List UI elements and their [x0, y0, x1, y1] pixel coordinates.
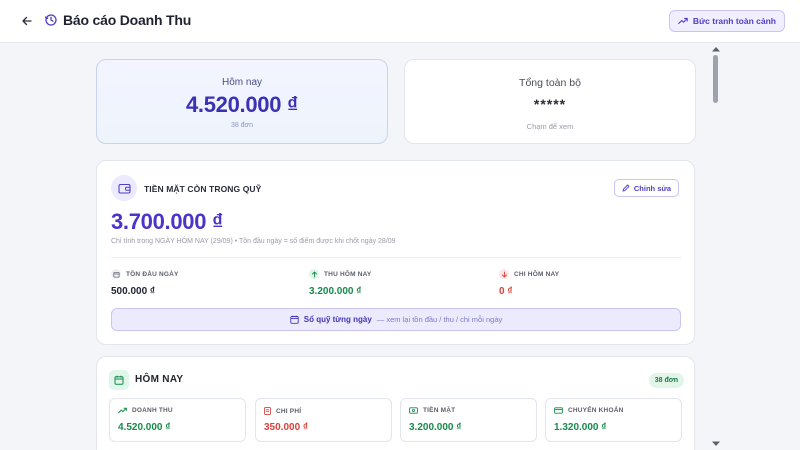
stat-transfer[interactable]: CHUYỂN KHOẢN 1.320.000 ₫ [545, 398, 682, 442]
total-hint: Chạm để xem [526, 122, 574, 131]
stat-cash[interactable]: TIỀN MẶT 3.200.000 ₫ [400, 398, 537, 442]
calendar-icon-wrap [109, 370, 129, 390]
today-label: Hôm nay [221, 77, 262, 88]
back-button[interactable] [18, 12, 36, 30]
stat-revenue[interactable]: DOANH THU 4.520.000 ₫ [109, 398, 246, 442]
metric-expense-today: CHI HÔM NAY 0 ₫ [499, 269, 559, 297]
overview-button-label: Bức tranh toàn cảnh [692, 16, 776, 26]
metric-income-today: THU HÔM NAY 3.200.000 ₫ [309, 269, 371, 297]
arrow-left-icon [22, 16, 32, 26]
total-label: Tổng toàn bộ [519, 77, 581, 89]
wallet-icon [117, 183, 131, 194]
arrow-down-icon [499, 269, 509, 279]
today-revenue-card[interactable]: Hôm nay 4.520.000 ₫ 38 đơn [96, 59, 388, 144]
today-value: 4.520.000 ₫ [186, 92, 298, 117]
trending-up-icon [678, 17, 688, 25]
total-value-hidden: ***** [533, 96, 567, 112]
calendar-icon [290, 315, 299, 324]
metric-value: 500.000 ₫ [111, 286, 156, 297]
stat-label: DOANH THU [132, 407, 173, 414]
metric-label: TỒN ĐẦU NGÀY [126, 270, 179, 278]
metric-value: 0 ₫ [499, 286, 513, 297]
overview-button[interactable]: Bức tranh toàn cảnh [668, 10, 785, 32]
pencil-icon [622, 184, 630, 192]
total-revenue-card[interactable]: Tổng toàn bộ ***** Chạm để xem [404, 59, 696, 144]
card-icon [554, 407, 563, 414]
wallet-icon-wrap [111, 175, 137, 201]
daily-ledger-button[interactable]: Sổ quỹ từng ngày — xem lại tồn đầu / thu… [111, 308, 681, 331]
stat-value: 3.200.000 ₫ [409, 422, 462, 433]
trending-up-icon [118, 407, 127, 414]
edit-button[interactable]: Chỉnh sửa [613, 179, 679, 197]
metric-opening-balance: TỒN ĐẦU NGÀY 500.000 ₫ [111, 269, 179, 297]
metric-label: CHI HÔM NAY [514, 270, 560, 278]
stat-expense[interactable]: CHI PHÍ 350.000 ₫ [255, 398, 392, 442]
cash-fund-title: TIỀN MẶT CÒN TRONG QUỸ [144, 184, 262, 194]
receipt-icon [264, 407, 271, 415]
edit-button-label: Chỉnh sửa [633, 183, 671, 193]
scroll-up-arrow[interactable] [711, 46, 721, 52]
scroll-down-arrow[interactable] [711, 441, 721, 447]
arrow-up-icon [309, 269, 319, 279]
today-orders: 38 đơn [230, 122, 254, 129]
page-title: Báo cáo Doanh Thu [63, 12, 192, 28]
cash-fund-note: Chỉ tính trong NGÀY HÔM NAY (29/09) • Tồ… [111, 238, 396, 245]
daily-ledger-label: Sổ quỹ từng ngày [303, 315, 372, 324]
order-count-badge: 38 đơn [648, 373, 684, 388]
top-bar: Báo cáo Doanh Thu Bức tranh toàn cảnh [0, 0, 800, 43]
stat-value: 1.320.000 ₫ [554, 422, 607, 433]
metric-label: THU HÔM NAY [324, 270, 372, 278]
cash-fund-card: TIỀN MẶT CÒN TRONG QUỸ Chỉnh sửa 3.700.0… [96, 160, 695, 345]
scrollbar-thumb[interactable] [713, 55, 718, 103]
history-icon [44, 14, 57, 26]
divider [111, 257, 681, 258]
cash-fund-amount: 3.700.000 ₫ [111, 209, 223, 234]
stat-value: 4.520.000 ₫ [118, 422, 171, 433]
daily-ledger-sub: — xem lại tồn đầu / thu / chi mỗi ngày [376, 315, 503, 324]
stat-label: TIỀN MẶT [423, 407, 456, 414]
stat-value: 350.000 ₫ [264, 422, 309, 433]
section-title: HÔM NAY [135, 374, 184, 385]
metric-value: 3.200.000 ₫ [309, 286, 362, 297]
cash-icon [409, 407, 418, 414]
stat-label: CHI PHÍ [276, 407, 302, 415]
calendar-icon [114, 375, 124, 385]
today-summary-section: HÔM NAY 38 đơn DOANH THU 4.520.000 ₫ CHI… [96, 356, 695, 450]
box-icon [111, 269, 121, 279]
stat-label: CHUYỂN KHOẢN [568, 407, 624, 414]
